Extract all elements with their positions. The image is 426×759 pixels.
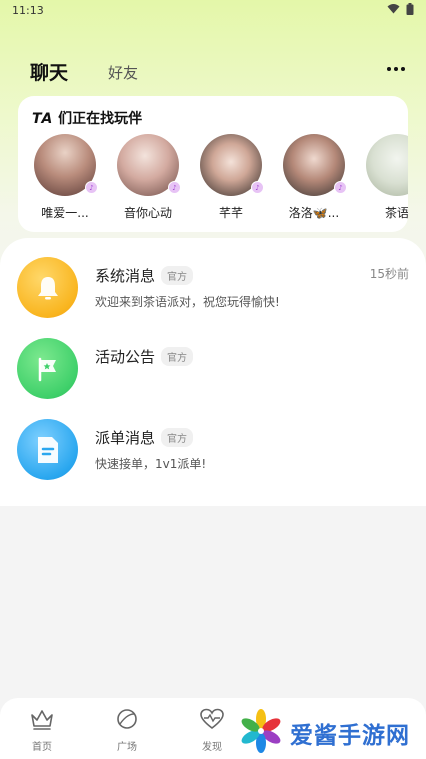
voice-badge-icon: ♪: [251, 181, 264, 194]
player-item[interactable]: ♪ 芊芊: [200, 134, 264, 221]
find-partner-title-text: 们正在找玩伴: [53, 111, 143, 127]
more-dot-icon: [387, 67, 391, 71]
status-bar: 11:13: [0, 0, 426, 20]
nav-item-square[interactable]: 广场: [97, 708, 157, 753]
chat-tabs: 聊天 好友: [30, 58, 138, 87]
message-time: 15秒前: [369, 267, 409, 281]
player-name: 芊芊: [218, 206, 243, 220]
player-name: 茶语: [384, 206, 408, 220]
message-preview: 快速接单，1v1派单!: [95, 457, 207, 471]
status-time: 11:13: [12, 3, 44, 17]
wifi-icon: [387, 3, 400, 17]
find-partner-title: TA 们正在找玩伴: [32, 108, 142, 128]
message-title-text: 派单消息: [95, 429, 156, 447]
tab-chat[interactable]: 聊天: [30, 58, 68, 87]
crown-icon: [29, 708, 55, 734]
watermark-text: 爱酱手游网: [290, 723, 410, 749]
more-dot-icon: [401, 67, 405, 71]
nav-label: 首页: [32, 742, 52, 753]
player-list: ♪ 唯爱一... ♪ 音你心动 ♪ 芊芊 ♪ 洛洛🦋... 茶语: [34, 134, 408, 221]
list-item-system-message[interactable]: 系统消息 官方 欢迎来到茶语派对，祝您玩得愉快! 15秒前: [17, 257, 409, 321]
player-item[interactable]: ♪ 洛洛🦋...: [283, 134, 347, 221]
player-item[interactable]: ♪ 唯爱一...: [34, 134, 98, 221]
message-title: 活动公告 官方: [95, 346, 194, 367]
nav-label: 广场: [117, 742, 137, 753]
bell-icon: [17, 257, 78, 318]
player-item[interactable]: 茶语: [366, 134, 408, 221]
flag-star-icon: [17, 338, 78, 399]
player-item[interactable]: ♪ 音你心动: [117, 134, 181, 221]
player-name: 唯爱一...: [41, 206, 89, 220]
message-preview: 欢迎来到茶语派对，祝您玩得愉快!: [95, 295, 280, 309]
voice-badge-icon: ♪: [334, 181, 347, 194]
more-dot-icon: [394, 67, 398, 71]
document-icon: [17, 419, 78, 480]
player-name: 音你心动: [123, 206, 172, 220]
message-title-text: 活动公告: [95, 348, 156, 366]
tab-friends[interactable]: 好友: [108, 62, 138, 87]
avatar: [366, 134, 408, 196]
nav-label: 发现: [202, 742, 222, 753]
planet-icon: [114, 708, 140, 734]
official-badge: 官方: [161, 347, 194, 366]
find-partner-title-prefix: TA: [32, 111, 54, 127]
battery-icon: [406, 2, 414, 18]
more-options-button[interactable]: [384, 62, 408, 76]
message-title: 系统消息 官方: [95, 265, 194, 286]
watermark: 爱酱手游网: [238, 708, 410, 758]
list-item-dispatch-message[interactable]: 派单消息 官方 快速接单，1v1派单!: [17, 419, 409, 483]
nav-item-home[interactable]: 首页: [12, 708, 72, 753]
official-badge: 官方: [161, 428, 194, 447]
voice-badge-icon: ♪: [85, 181, 98, 194]
heartbeat-icon: [199, 708, 225, 734]
voice-badge-icon: ♪: [168, 181, 181, 194]
pinwheel-logo-icon: [238, 708, 284, 758]
message-title: 派单消息 官方: [95, 427, 194, 448]
nav-item-discover[interactable]: 发现: [182, 708, 242, 753]
message-list: 系统消息 官方 欢迎来到茶语派对，祝您玩得愉快! 15秒前 活动公告 官方 派单…: [0, 238, 426, 506]
find-partner-card: TA 们正在找玩伴 ♪ 唯爱一... ♪ 音你心动 ♪ 芊芊 ♪ 洛洛🦋... …: [18, 96, 408, 232]
list-item-activity-announcement[interactable]: 活动公告 官方: [17, 338, 409, 402]
official-badge: 官方: [161, 266, 194, 285]
player-name: 洛洛🦋...: [288, 206, 340, 220]
message-title-text: 系统消息: [95, 267, 156, 285]
